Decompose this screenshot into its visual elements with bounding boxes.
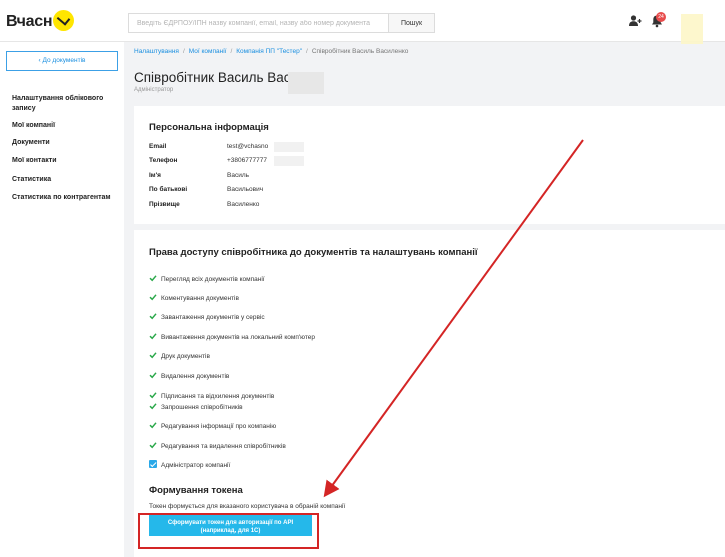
permission-item: Коментування документів <box>149 293 239 302</box>
permission-item: Вивантаження документів на локальний ком… <box>149 332 315 341</box>
admin-checkbox-row[interactable]: Адміністратор компанії <box>149 460 230 469</box>
personal-info-card: Персональна інформація Email test@vchasn… <box>134 106 725 224</box>
search-input[interactable] <box>128 13 388 33</box>
check-icon <box>149 294 157 301</box>
add-user-icon[interactable] <box>628 14 642 28</box>
first-name-value: Василь <box>227 172 250 179</box>
email-value: test@vchasno <box>227 143 269 150</box>
breadcrumb: Налаштування / Мої компанії / Компанія ПП "Т… <box>134 48 409 55</box>
access-rights-card: Права доступу співробітника до документі… <box>134 230 725 557</box>
sidebar-item-documents[interactable]: Документи <box>12 138 120 148</box>
search-button[interactable]: Пошук <box>388 13 435 33</box>
permission-item: Редагування інформації про компанію <box>149 421 276 430</box>
redacted-area <box>274 156 304 166</box>
check-icon <box>149 442 157 449</box>
check-icon <box>149 372 157 379</box>
permission-item: Підписання та відхилення документів <box>149 391 274 400</box>
back-to-documents-button[interactable]: ‹ До документів <box>6 51 118 71</box>
access-rights-title: Права доступу співробітника до документі… <box>149 247 478 258</box>
logo-check-icon <box>53 10 75 31</box>
check-icon <box>149 275 157 282</box>
logo-text: Вчасн <box>6 12 53 30</box>
sidebar-item-my-contacts[interactable]: Мої контакти <box>12 156 120 166</box>
permission-item: Запрошення співробітників <box>149 402 243 411</box>
admin-checkbox-label: Адміністратор компанії <box>161 462 231 469</box>
last-name-value: Василенко <box>227 201 260 208</box>
patronymic-value: Васильович <box>227 186 264 193</box>
annotation-highlight-box <box>138 513 319 549</box>
check-icon <box>149 333 157 340</box>
check-icon <box>149 422 157 429</box>
sidebar-item-account-settings[interactable]: Налаштування облікового запису <box>12 94 120 114</box>
phone-value: +3806777777 <box>227 157 267 164</box>
check-icon <box>149 352 157 359</box>
breadcrumb-current: Співробітник Василь Василенко <box>311 48 409 55</box>
permission-item: Видалення документів <box>149 371 229 380</box>
first-name-label: Ім'я <box>149 172 161 179</box>
main-content: Налаштування / Мої компанії / Компанія ПП "Т… <box>124 42 725 557</box>
notification-badge: 24 <box>656 12 666 22</box>
logo[interactable]: Вчасн <box>6 10 75 32</box>
sidebar-item-counterparty-statistics[interactable]: Статистика по контрагентам <box>12 193 120 203</box>
redacted-area <box>274 142 304 152</box>
redacted-area <box>288 72 324 94</box>
breadcrumb-my-companies[interactable]: Мої компанії <box>189 48 227 55</box>
permission-item: Завантаження документів у сервіс <box>149 312 265 321</box>
last-name-label: Прізвище <box>149 201 180 208</box>
sidebar: ‹ До документів Налаштування облікового … <box>0 42 124 557</box>
breadcrumb-settings[interactable]: Налаштування <box>134 48 179 55</box>
avatar[interactable] <box>681 14 703 44</box>
page-title: Співробітник Василь Васил <box>134 70 306 85</box>
check-icon <box>149 313 157 320</box>
token-section-title: Формування токена <box>149 485 243 496</box>
permission-item: Перегляд всіх документів компанії <box>149 274 265 283</box>
role-subtitle: Адміністратор <box>134 87 174 93</box>
email-label: Email <box>149 143 167 150</box>
sidebar-item-statistics[interactable]: Статистика <box>12 175 120 185</box>
sidebar-item-my-companies[interactable]: Мої компанії <box>12 121 120 131</box>
check-icon <box>149 392 157 399</box>
personal-info-title: Персональна інформація <box>149 122 269 133</box>
phone-label: Телефон <box>149 157 178 164</box>
permission-item: Друк документів <box>149 351 210 360</box>
token-description: Токен формується для вказаного користува… <box>149 503 346 510</box>
patronymic-label: По батькові <box>149 186 188 193</box>
permission-item: Редагування та видалення співробітників <box>149 441 286 450</box>
check-icon <box>149 403 157 410</box>
admin-checkbox[interactable] <box>149 460 157 468</box>
breadcrumb-company[interactable]: Компанія ПП "Тестер" <box>236 48 302 55</box>
top-header: Вчасн Пошук 24 <box>0 0 725 44</box>
